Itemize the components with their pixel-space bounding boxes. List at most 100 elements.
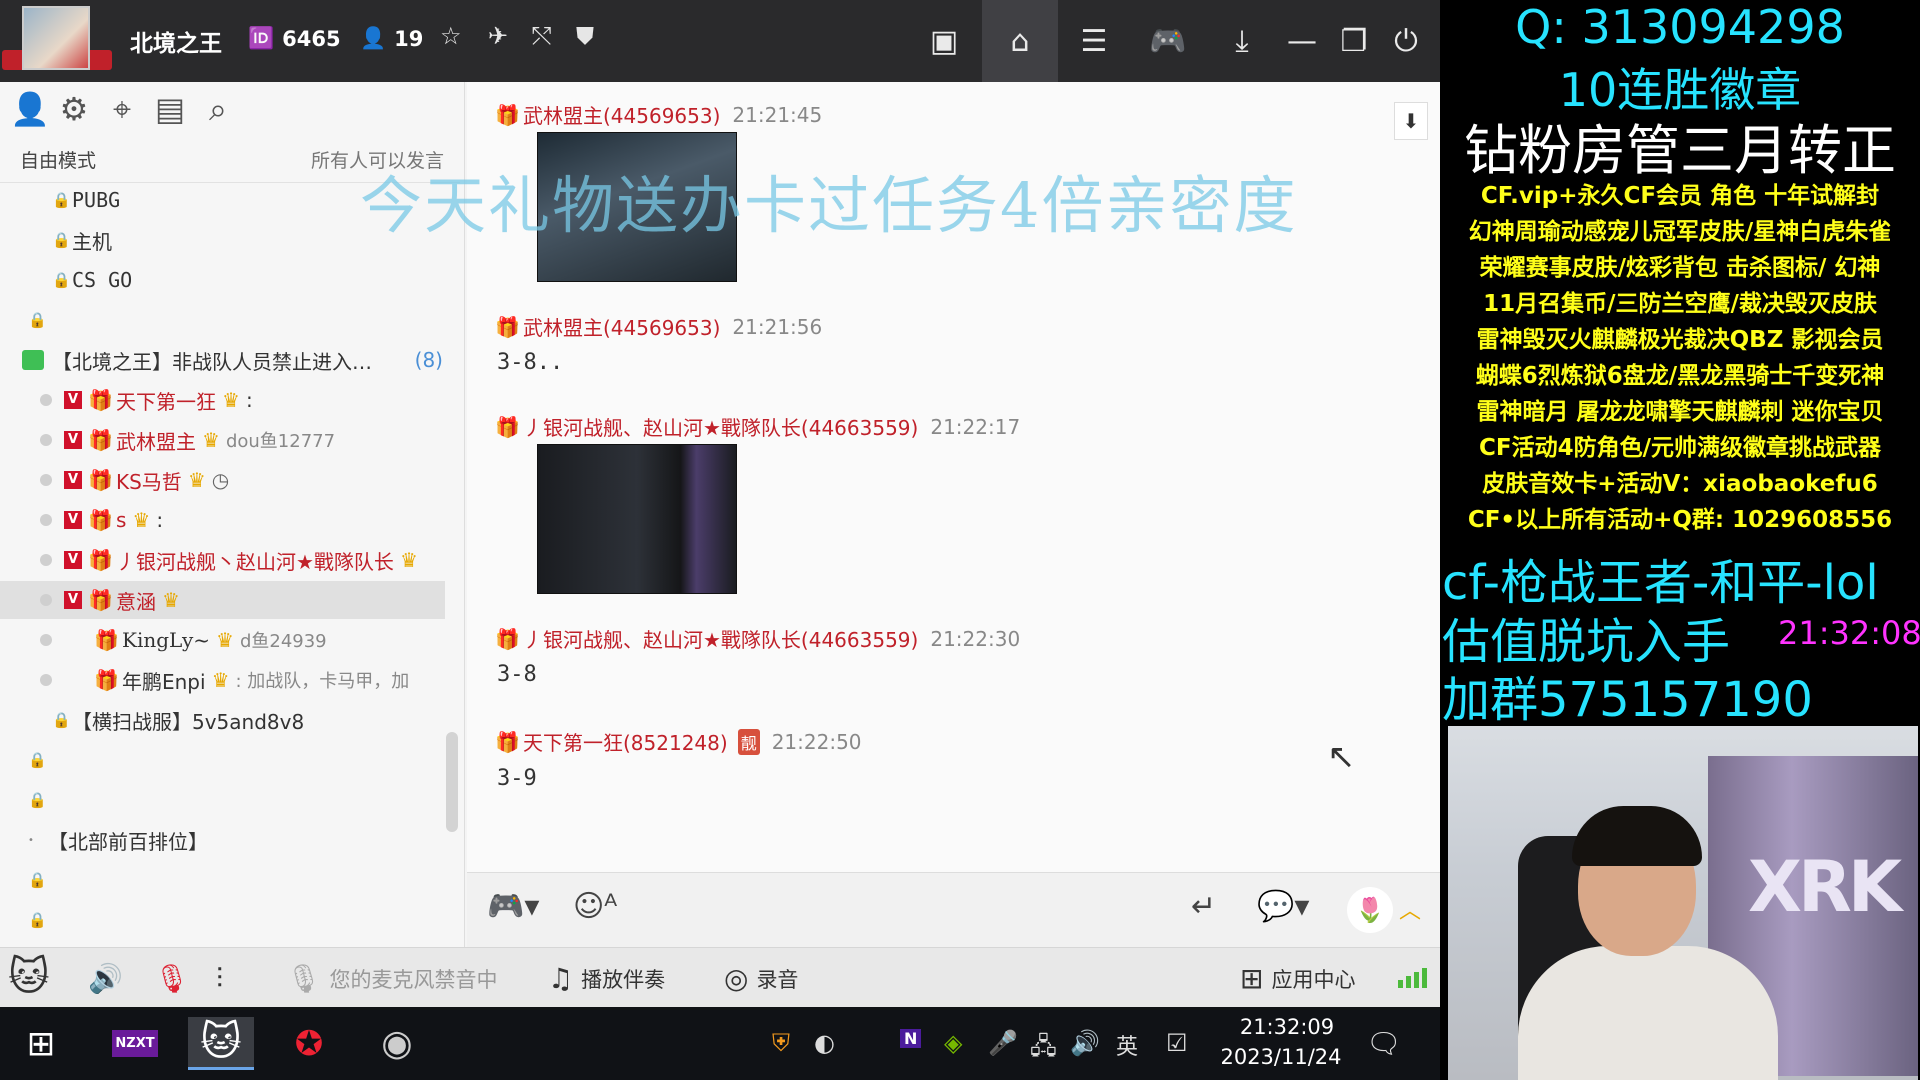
ime-indicator[interactable]: 英 xyxy=(1116,1029,1138,1061)
channel-locked[interactable]: 🔒 xyxy=(0,301,445,339)
chat-bubble-icon[interactable]: 💬▾ xyxy=(1257,889,1309,924)
play-music-button[interactable]: ♫ 播放伴奏 xyxy=(548,962,665,995)
gift-icon: 🎁 xyxy=(495,729,520,754)
channel-csgo[interactable]: 🔒 CS GO xyxy=(0,261,445,299)
overlay-clock: 21:32:08 xyxy=(1778,614,1920,652)
voice-room-app: 北境之王 🆔 6465 👤 19 ☆ ✈ ⤲ ⛊ ▣ ⌂ ☰ 🎮 ⤓ — ❐ ⏻… xyxy=(0,0,1440,1080)
voice-app-taskbar-icon[interactable]: 🐱 xyxy=(188,1017,254,1070)
lock-icon: 🔒 xyxy=(52,191,71,209)
member-row[interactable]: V 🎁 天下第一狂 ♛: xyxy=(0,381,445,419)
chevron-up-icon[interactable]: ︿ xyxy=(1399,893,1421,925)
message-text: 3-8 xyxy=(497,662,537,687)
member-row[interactable]: V 🎁 丿银河战舰丶赵山河★戰隊队长 ♛ xyxy=(0,541,445,579)
video-icon[interactable]: ▣ xyxy=(906,0,982,82)
member-row[interactable]: 🎁 年鹏Enpi ♛: 加战队，卡马甲，加 xyxy=(0,661,445,699)
shield-alert-icon[interactable]: ⛊ xyxy=(576,22,594,50)
volume-tray-icon[interactable]: 🔊 xyxy=(1070,1029,1100,1057)
vip-badge: V xyxy=(64,471,82,489)
steam-tray-icon[interactable]: ◐ xyxy=(814,1029,835,1057)
mouse-cursor-icon: ↖ xyxy=(1327,737,1356,777)
flower-icon[interactable]: 🌷 xyxy=(1347,887,1393,933)
mascot-icon[interactable]: 🐱 xyxy=(8,954,50,1000)
overlay-promo-line: CF•以上所有活动+Q群: 1029608556 xyxy=(1467,507,1893,533)
taskbar-time[interactable]: 21:32:09 xyxy=(1232,1015,1342,1039)
channel-locked[interactable]: 🔒 xyxy=(0,741,445,779)
crossfire-icon[interactable]: ✪ xyxy=(276,1017,342,1070)
room-avatar[interactable] xyxy=(22,6,90,70)
overlay-promo-line: 11月召集币/三防兰空鹰/裁决毁灭皮肤 xyxy=(1483,291,1877,317)
message-header: 🎁 武林盟主(44569653) 21:21:45 xyxy=(495,102,823,129)
power-icon[interactable]: ⏻ xyxy=(1376,0,1436,82)
home-icon[interactable]: ⌂ xyxy=(982,0,1058,82)
gift-icon: 🎁 xyxy=(495,414,520,439)
nzxt-tray-icon[interactable]: N xyxy=(900,1029,922,1048)
gift-icon: 🎁 xyxy=(88,428,113,452)
member-row[interactable]: V 🎁 s ♛: xyxy=(0,501,445,539)
record-button[interactable]: ◎ 录音 xyxy=(724,962,798,995)
mode-label[interactable]: 自由模式 xyxy=(20,146,96,173)
clock-status-icon: ◷ xyxy=(211,468,230,492)
status-dot xyxy=(40,514,52,526)
bullet-icon: • xyxy=(28,834,34,846)
pretty-id-badge: 靓 xyxy=(737,728,760,755)
mixer-icon[interactable]: ⫶ xyxy=(216,962,223,996)
streamer-hair xyxy=(1572,806,1702,866)
list-icon[interactable]: ☰ xyxy=(1056,0,1132,82)
speaker-icon[interactable]: 🔊 xyxy=(88,962,123,995)
location-icon[interactable]: ⌖ xyxy=(106,90,138,129)
nvidia-tray-icon[interactable]: ◈ xyxy=(944,1029,962,1057)
member-row[interactable]: 🎁 KingLy~ ♛ d鱼24939 xyxy=(0,621,445,659)
taskbar-date[interactable]: 2023/11/24 xyxy=(1216,1045,1346,1069)
send-enter-icon[interactable]: ↵ xyxy=(1191,889,1216,924)
scroll-down-icon[interactable]: ⬇ xyxy=(1394,102,1428,140)
notes-icon[interactable]: ▤ xyxy=(154,90,186,129)
shield-tray-icon[interactable]: ⛨ xyxy=(772,1029,790,1057)
member-row-selected[interactable]: V 🎁 意涵 ♛ xyxy=(0,581,445,619)
notification-icon[interactable]: 🗨 xyxy=(1366,1027,1402,1060)
image-thumbnail[interactable] xyxy=(537,444,737,594)
checkbox-tray-icon[interactable]: ☑ xyxy=(1166,1029,1188,1057)
obs-icon[interactable]: ◉ xyxy=(364,1017,430,1070)
restore-icon[interactable]: ❐ xyxy=(1324,0,1384,82)
panel-toolbar: 👤 ⚙ ⌖ ▤ ⌕ xyxy=(10,90,234,129)
channel-north-rank[interactable]: • 【北部前百排位】 xyxy=(0,821,445,859)
channel-locked[interactable]: 🔒 xyxy=(0,901,445,939)
room-id: 🆔 6465 xyxy=(248,26,341,51)
microphone-tray-icon[interactable]: 🎤 xyxy=(988,1029,1018,1057)
chat-settings-icon[interactable]: ⚙ xyxy=(58,90,90,129)
network-tray-icon[interactable]: 🖧 xyxy=(1030,1029,1057,1070)
overlay-qq: Q: 313094298 xyxy=(1515,0,1845,54)
member-row[interactable]: V 🎁 KS马哲 ♛ ◷ xyxy=(0,461,445,499)
channel-locked[interactable]: 🔒 xyxy=(0,781,445,819)
star-icon[interactable]: ☆ xyxy=(440,22,462,50)
member-row[interactable]: V 🎁 武林盟主 ♛ dou鱼12777 xyxy=(0,421,445,459)
channel-beijing-king[interactable]: 【北境之王】非战队人员禁止进入… (8) xyxy=(0,341,445,379)
overlay-admin-line: 钻粉房管三月转正 xyxy=(1464,119,1896,182)
gamepad-icon[interactable]: 🎮 xyxy=(1130,0,1206,82)
lock-icon: 🔒 xyxy=(28,871,47,889)
online-count[interactable]: 👤 19 xyxy=(360,26,423,51)
status-dot xyxy=(40,674,52,686)
nzxt-app[interactable]: NZXT xyxy=(102,1017,168,1070)
message-header: 🎁 丿银河战舰、赵山河★戰隊队长(44663559) 21:22:17 xyxy=(495,414,1021,441)
download-icon[interactable]: ⤓ xyxy=(1212,0,1272,82)
channel-locked[interactable]: 🔒 xyxy=(0,861,445,899)
minimize-icon[interactable]: — xyxy=(1272,0,1332,82)
gamepad-icon[interactable]: 🎮▾ xyxy=(487,889,539,924)
plane-icon[interactable]: ✈ xyxy=(488,22,508,50)
vip-badge: V xyxy=(64,551,82,569)
scrollbar[interactable] xyxy=(446,732,458,832)
user-icon[interactable]: 👤 xyxy=(10,90,50,129)
search-icon[interactable]: ⌕ xyxy=(202,90,234,129)
share-icon[interactable]: ⤲ xyxy=(532,22,551,50)
gift-icon: 🎁 xyxy=(495,626,520,651)
windows-taskbar: ⊞ NZXT 🐱 ✪ ◉ ⛨ ◐ N ◈ 🎤 🖧 🔊 英 ☑ 21:32:09 … xyxy=(0,1007,1440,1080)
mic-muted-icon[interactable]: 🎙 xyxy=(154,962,190,995)
overlay-group-line: 加群575157190 xyxy=(1442,672,1813,728)
channel-sweep[interactable]: 🔒 【横扫战服】5v5and8v8 xyxy=(0,701,445,739)
font-style-icon[interactable]: ☺ᴬ xyxy=(573,889,617,924)
message-header: 🎁 丿银河战舰、赵山河★戰隊队长(44663559) 21:22:30 xyxy=(495,626,1021,653)
grid-icon: ⊞ xyxy=(1240,962,1264,995)
windows-start-icon[interactable]: ⊞ xyxy=(8,1017,74,1070)
app-center-button[interactable]: ⊞ 应用中心 xyxy=(1240,962,1355,995)
